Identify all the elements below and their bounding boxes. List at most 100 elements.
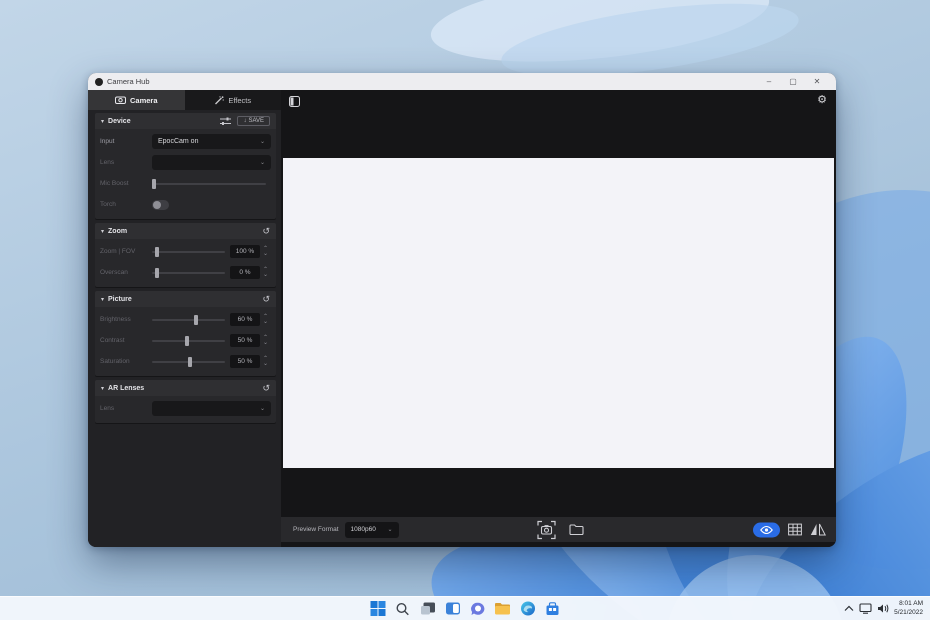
- network-display-icon[interactable]: [859, 603, 872, 614]
- input-dropdown[interactable]: EpocCam on ⌄: [152, 134, 271, 149]
- chevron-down-icon: ⌄: [260, 139, 265, 145]
- widgets-button[interactable]: [444, 600, 462, 618]
- reset-icon[interactable]: ↺: [262, 295, 270, 304]
- file-explorer-icon: [495, 602, 511, 615]
- saturation-slider[interactable]: [152, 356, 225, 368]
- overscan-value: 0 %: [230, 266, 260, 279]
- stepper-down-icon[interactable]: ⌄: [263, 362, 268, 367]
- preview-format-dropdown[interactable]: 1080p60 ⌄: [345, 522, 399, 538]
- maximize-button[interactable]: ▢: [781, 73, 805, 90]
- mic-boost-row: Mic Boost: [100, 173, 271, 194]
- reset-icon[interactable]: ↺: [262, 384, 270, 393]
- zoom-header[interactable]: ▾ Zoom ↺: [95, 223, 276, 239]
- overscan-label: Overscan: [100, 269, 152, 276]
- brightness-slider[interactable]: [152, 314, 225, 326]
- brightness-row: Brightness 60 % ⌃ ⌄: [100, 309, 271, 330]
- slider-handle[interactable]: [194, 315, 198, 325]
- ar-lenses-body: Lens ⌄: [95, 396, 276, 423]
- reset-icon[interactable]: ↺: [262, 227, 270, 236]
- settings-sliders-icon[interactable]: [220, 117, 231, 126]
- sidebar: Camera Effects ▾ Dev: [88, 90, 281, 547]
- store-button[interactable]: [544, 600, 562, 618]
- contrast-label: Contrast: [100, 337, 152, 344]
- microsoft-store-icon: [546, 602, 560, 616]
- close-button[interactable]: ✕: [805, 73, 829, 90]
- picture-header[interactable]: ▾ Picture ↺: [95, 291, 276, 307]
- system-tray: 8:01 AM 5/21/2022: [844, 597, 925, 620]
- slider-handle[interactable]: [155, 268, 159, 278]
- ar-lenses-header[interactable]: ▾ AR Lenses ↺: [95, 380, 276, 396]
- saturation-value: 50 %: [230, 355, 260, 368]
- contrast-stepper: ⌃ ⌄: [260, 336, 271, 346]
- minimize-button[interactable]: –: [757, 73, 781, 90]
- brightness-stepper: ⌃ ⌄: [260, 315, 271, 325]
- taskbar: 8:01 AM 5/21/2022: [0, 596, 930, 620]
- save-arrow-icon: ↓: [243, 118, 246, 124]
- preview-visibility-toggle[interactable]: [753, 522, 780, 537]
- chevron-down-icon: ⌄: [387, 527, 392, 533]
- lens-row: Lens ⌄: [100, 152, 271, 173]
- collapse-triangle-icon[interactable]: ▾: [101, 118, 104, 125]
- slider-track: [152, 183, 266, 185]
- tray-chevron-up-icon[interactable]: [844, 605, 854, 612]
- collapse-sidebar-icon[interactable]: [289, 96, 300, 107]
- slider-handle[interactable]: [188, 357, 192, 367]
- section-zoom: ▾ Zoom ↺ Zoom | FOV 100 %: [95, 223, 276, 287]
- preview-format-value: 1080p60: [351, 526, 376, 533]
- collapse-triangle-icon[interactable]: ▾: [101, 228, 104, 235]
- section-device: ▾ Device ↓ SAVE: [95, 113, 276, 219]
- tab-camera[interactable]: Camera: [88, 90, 185, 110]
- gear-icon[interactable]: ⚙: [817, 93, 827, 106]
- device-title: Device: [108, 118, 131, 125]
- zoom-fov-slider[interactable]: [152, 246, 225, 258]
- chat-button[interactable]: [469, 600, 487, 618]
- task-view-button[interactable]: [419, 600, 437, 618]
- titlebar[interactable]: Camera Hub – ▢ ✕: [88, 73, 836, 90]
- taskbar-clock[interactable]: 8:01 AM 5/21/2022: [894, 600, 925, 618]
- device-body: Input EpocCam on ⌄ Lens ⌄: [95, 129, 276, 219]
- toggle-knob: [153, 201, 161, 209]
- mic-boost-slider[interactable]: [152, 178, 266, 190]
- tab-effects-label: Effects: [228, 96, 251, 105]
- ar-lens-label: Lens: [100, 405, 152, 412]
- slider-handle[interactable]: [152, 179, 156, 189]
- overscan-stepper: ⌃ ⌄: [260, 268, 271, 278]
- stepper-down-icon[interactable]: ⌄: [263, 252, 268, 257]
- collapse-triangle-icon[interactable]: ▾: [101, 385, 104, 392]
- snapshot-camera-icon[interactable]: [537, 520, 556, 539]
- preview-footer-bar: Preview Format 1080p60 ⌄: [281, 517, 836, 542]
- contrast-slider[interactable]: [152, 335, 225, 347]
- grid-overlay-icon[interactable]: [788, 524, 802, 536]
- volume-icon[interactable]: [877, 603, 889, 614]
- brightness-label: Brightness: [100, 316, 152, 323]
- lens-dropdown[interactable]: ⌄: [152, 155, 271, 170]
- folder-icon[interactable]: [569, 524, 584, 536]
- chat-icon: [470, 602, 485, 616]
- stepper-down-icon[interactable]: ⌄: [263, 273, 268, 278]
- zoom-fov-stepper: ⌃ ⌄: [260, 247, 271, 257]
- slider-track: [152, 319, 225, 321]
- tab-camera-label: Camera: [130, 96, 158, 105]
- eye-icon: [760, 525, 773, 534]
- stepper-down-icon[interactable]: ⌄: [263, 320, 268, 325]
- torch-toggle[interactable]: [152, 200, 169, 210]
- tab-effects[interactable]: Effects: [185, 90, 282, 110]
- save-button[interactable]: ↓ SAVE: [237, 116, 270, 126]
- device-header[interactable]: ▾ Device ↓ SAVE: [95, 113, 276, 129]
- window-controls: – ▢ ✕: [757, 73, 829, 90]
- start-button[interactable]: [369, 600, 387, 618]
- ar-lens-dropdown[interactable]: ⌄: [152, 401, 271, 416]
- slider-handle[interactable]: [185, 336, 189, 346]
- slider-handle[interactable]: [155, 247, 159, 257]
- edge-browser-button[interactable]: [519, 600, 537, 618]
- brightness-value: 60 %: [230, 313, 260, 326]
- overscan-slider[interactable]: [152, 267, 225, 279]
- stepper-down-icon[interactable]: ⌄: [263, 341, 268, 346]
- flip-mirror-icon[interactable]: [810, 524, 826, 536]
- search-button[interactable]: [394, 600, 412, 618]
- camera-preview: [283, 158, 834, 468]
- file-explorer-button[interactable]: [494, 600, 512, 618]
- collapse-triangle-icon[interactable]: ▾: [101, 296, 104, 303]
- zoom-fov-value: 100 %: [230, 245, 260, 258]
- contrast-value: 50 %: [230, 334, 260, 347]
